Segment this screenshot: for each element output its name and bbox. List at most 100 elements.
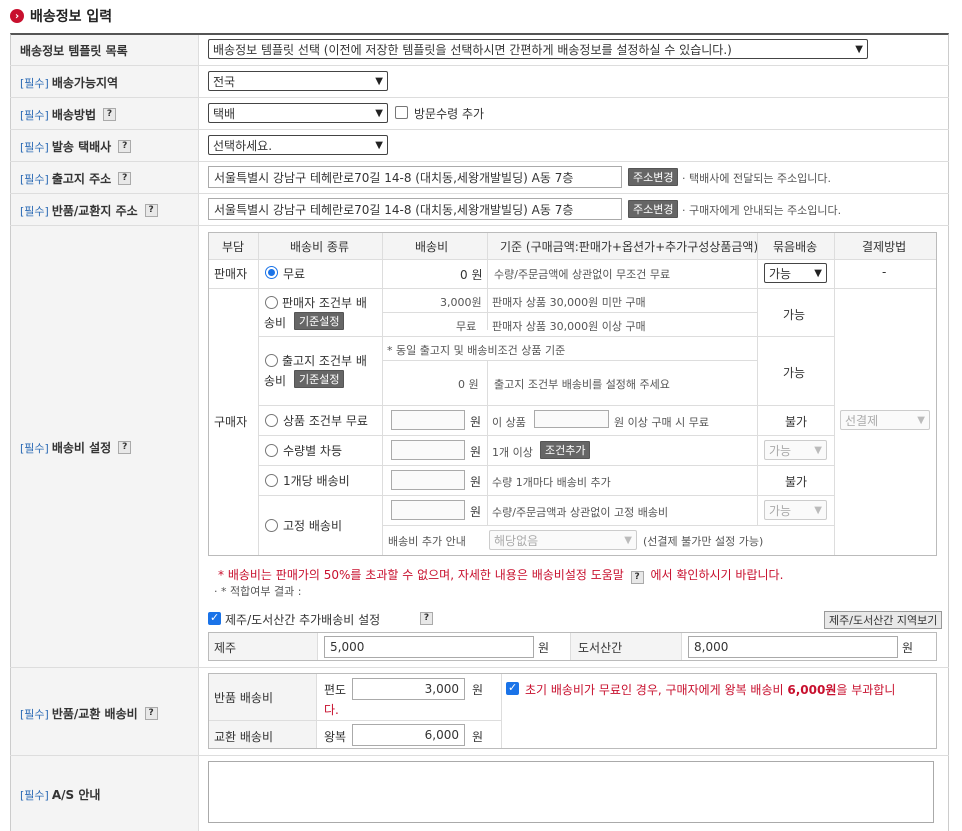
ship-addr-note: · 택배사에 전달되는 주소입니다. [682, 172, 832, 185]
prod-bundle: 불가 [785, 415, 808, 429]
header-fee: 배송비 [415, 240, 449, 254]
cond-amount-1: 3,000원 [440, 296, 482, 309]
round-trip-notice: 초기 배송비가 무료인 경우, 구매자에게 왕복 배송비 6,000원을 부과합… [525, 683, 896, 697]
ship-address-input[interactable]: 서울특별시 강남구 테헤란로70길 14-8 (대치동,세왕개발빌딩) A동 7… [208, 166, 622, 188]
chevron-down-icon: ▼ [814, 444, 822, 456]
chevron-down-icon: ▼ [814, 267, 822, 279]
seller-cond-radio[interactable] [265, 296, 278, 309]
ship-cond-std-button[interactable]: 기준설정 [294, 370, 345, 388]
ship-cond-radio[interactable] [265, 354, 278, 367]
add-condition-button[interactable]: 조건추가 [540, 441, 591, 459]
cond-bundle: 가능 [783, 308, 806, 322]
ship-desc: 출고지 조건부 배송비를 설정해 주세요 [494, 378, 670, 391]
fixed-label: 고정 배송비 [283, 519, 343, 533]
cond-amount-2: 무료 [456, 320, 477, 333]
chevron-down-icon: ▼ [624, 534, 632, 546]
fee-result: · * 적합여부 결과 : [214, 585, 302, 598]
fixed-fee-input[interactable] [391, 500, 465, 520]
round-trip-notice-checkbox[interactable] [506, 681, 519, 695]
island-checkbox[interactable] [208, 611, 221, 625]
prod-threshold-input[interactable] [534, 410, 609, 428]
won-label: 원 [470, 415, 482, 429]
round-trip-notice-end: 다. [324, 703, 339, 717]
qty-label: 수량별 차등 [283, 444, 343, 458]
jeju-fee-input[interactable]: 5,000 [324, 636, 534, 658]
one-way-label: 편도 [324, 683, 347, 697]
won-label: 원 [470, 475, 482, 489]
qty-radio[interactable] [265, 444, 278, 457]
return-fee-input[interactable]: 3,000 [352, 678, 465, 700]
free-radio[interactable] [265, 266, 278, 279]
help-icon[interactable]: ? [420, 612, 433, 625]
return-addr-note: · 구매자에게 안내되는 주소입니다. [682, 204, 842, 217]
prod-cond-label: 상품 조건부 무료 [283, 414, 368, 428]
as-textarea[interactable] [208, 761, 934, 823]
help-icon[interactable]: ? [118, 441, 132, 454]
prod-cond-radio[interactable] [265, 414, 278, 427]
ship-addr-change-button[interactable]: 주소변경 [628, 168, 679, 186]
prod-desc-post: 원 이상 구매 시 무료 [614, 416, 709, 429]
cond-desc-1: 판매자 상품 30,000원 미만 구매 [492, 296, 646, 309]
qty-desc: 1개 이상 [492, 446, 533, 459]
fixed-radio[interactable] [265, 519, 278, 532]
won-label: 원 [470, 505, 482, 519]
region-select[interactable]: 전국 ▼ [208, 71, 388, 91]
template-select[interactable]: 배송정보 템플릿 선택 (이전에 저장한 템플릿을 선택하시면 간편하게 배송정… [208, 39, 868, 59]
guide-select[interactable]: 해당없음 ▼ [489, 530, 637, 550]
fee-warning: * 배송비는 판매가의 50%를 초과할 수 없으며, 자세한 내용은 배송비설… [218, 568, 784, 584]
method-label: [필수] 배송방법? [20, 106, 116, 123]
chevron-down-icon: ▼ [814, 504, 822, 516]
page-title-text: 배송정보 입력 [30, 9, 113, 25]
header-burden: 부담 [222, 240, 245, 254]
qty-bundle-select[interactable]: 가능 ▼ [764, 440, 827, 460]
return-address-input[interactable]: 서울특별시 강남구 테헤란로70길 14-8 (대치동,세왕개발빌딩) A동 7… [208, 198, 622, 220]
buyer-label: 구매자 [214, 415, 248, 429]
per-item-bundle: 불가 [785, 475, 808, 489]
help-icon[interactable]: ? [144, 707, 158, 720]
help-icon[interactable]: ? [630, 571, 644, 584]
method-select[interactable]: 택배 ▼ [208, 103, 388, 123]
header-fee-type: 배송비 종류 [290, 240, 350, 254]
exchange-fee-input[interactable]: 6,000 [352, 724, 465, 746]
free-desc: 수량/주문금액에 상관없이 무조건 무료 [494, 268, 671, 281]
per-item-fee-input[interactable] [391, 470, 465, 490]
island-fee-input[interactable]: 8,000 [688, 636, 898, 658]
won-label: 원 [472, 683, 484, 697]
island-region-button[interactable]: 제주/도서산간 지역보기 [824, 611, 943, 629]
seller-cond-std-button[interactable]: 기준설정 [294, 312, 345, 330]
visit-pickup-checkbox[interactable] [395, 106, 408, 119]
ship-cond-label: 출고지 조건부 배 [282, 354, 367, 368]
seller-cond-label-2: 송비 [264, 316, 287, 330]
prod-cond-fee-input[interactable] [391, 410, 465, 430]
page-title: › 배송정보 입력 [10, 6, 112, 26]
payment-select[interactable]: 선결제 ▼ [840, 410, 930, 430]
won-label: 원 [538, 641, 550, 655]
free-amount: 0 원 [460, 268, 483, 282]
guide-label: 배송비 추가 안내 [388, 535, 466, 548]
exchange-fee-row-label: 교환 배송비 [214, 730, 274, 744]
as-label: [필수] A/S 안내 [20, 788, 101, 802]
ship-cond-note: * 동일 출고지 및 배송비조건 상품 기준 [387, 344, 566, 357]
chevron-down-icon: ▼ [917, 414, 925, 426]
per-item-radio[interactable] [265, 474, 278, 487]
courier-label: [필수] 발송 택배사? [20, 138, 132, 155]
help-icon[interactable]: ? [118, 172, 132, 185]
header-payment: 결제방법 [862, 240, 907, 254]
won-label: 원 [472, 730, 484, 744]
fixed-bundle-select[interactable]: 가능 ▼ [764, 500, 827, 520]
help-icon[interactable]: ? [103, 108, 116, 121]
seller-label: 판매자 [214, 267, 248, 281]
free-payment: - [882, 265, 887, 279]
help-icon[interactable]: ? [118, 140, 132, 153]
free-bundle-select[interactable]: 가능 ▼ [764, 263, 827, 283]
courier-select[interactable]: 선택하세요. ▼ [208, 135, 388, 155]
help-icon[interactable]: ? [144, 204, 158, 217]
return-addr-change-button[interactable]: 주소변경 [628, 200, 679, 218]
ship-bundle: 가능 [783, 366, 806, 380]
qty-fee-input[interactable] [391, 440, 465, 460]
fixed-desc: 수량/주문금액과 상관없이 고정 배송비 [492, 506, 669, 519]
per-item-desc: 수량 1개마다 배송비 추가 [492, 476, 611, 489]
prod-desc-pre: 이 상품 [492, 416, 526, 429]
chevron-down-icon: ▼ [375, 107, 383, 119]
island-label: 제주/도서산간 추가배송비 설정 [225, 613, 381, 627]
